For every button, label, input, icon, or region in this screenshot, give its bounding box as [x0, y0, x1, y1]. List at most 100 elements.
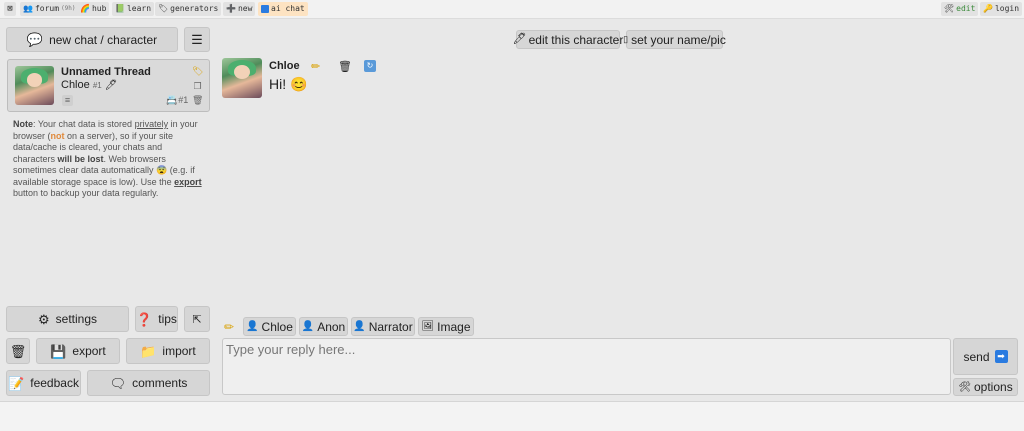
book-icon: 📗 [115, 4, 125, 13]
message-avatar [222, 58, 262, 98]
bottom-bar [0, 401, 1024, 431]
user-icon: 👤 [246, 321, 259, 332]
close-button[interactable]: ⊠ [4, 2, 16, 16]
plus-icon: ➕ [226, 4, 236, 13]
new-chat-label: new chat / character [49, 32, 158, 47]
nav-forum[interactable]: 👥 forum (9h) [20, 2, 79, 16]
speaker-anon-label: Anon [317, 319, 346, 334]
feedback-button[interactable]: 📝 feedback [6, 370, 81, 396]
nav-forum-badge: (9h) [61, 5, 76, 12]
comments-label: comments [132, 376, 188, 390]
nav-login[interactable]: 🔑 login [980, 2, 1023, 16]
tips-label: tips [158, 312, 177, 326]
nav-ai-chat-label: ai chat [271, 4, 305, 13]
user-icon: 👤 [353, 321, 366, 332]
key-icon: 🔑 [983, 4, 993, 13]
nav-new[interactable]: ➕ new [223, 2, 256, 16]
nav-login-label: login [994, 4, 1020, 13]
thread-count-value: #1 [178, 95, 189, 105]
settings-label: settings [55, 312, 97, 326]
arrow-right-icon: ➡ [994, 350, 1008, 363]
import-button[interactable]: 📁 import [126, 338, 210, 364]
export-button[interactable]: 💾 export [36, 338, 120, 364]
trash-icon[interactable]: 🗑 [192, 95, 203, 106]
chat-bubble-icon: 💬 [26, 32, 44, 47]
speaker-narrator-button[interactable]: 👤 Narrator [351, 317, 415, 336]
note-not: not [50, 130, 65, 141]
image-icon: 🖼 [421, 321, 435, 332]
collapse-sidebar-button[interactable]: ⇱ [184, 306, 210, 332]
nav-ai-chat[interactable]: ai chat [258, 2, 308, 16]
export-label: export [72, 344, 106, 358]
comments-button[interactable]: 🗨 comments [87, 370, 210, 396]
options-button[interactable]: 🛠 options [953, 378, 1018, 396]
reply-input[interactable] [222, 338, 951, 395]
tag-icon[interactable]: 🏷 [192, 66, 203, 77]
tag-icon: 🏷 [158, 4, 169, 13]
rainbow-icon: 🌈 [80, 4, 90, 13]
thread-count: 📇 #1 [166, 95, 188, 106]
edit-character-icon[interactable]: 🖊 [105, 80, 118, 91]
collapse-icon: ⇱ [192, 313, 202, 326]
user-icon: 👤 [301, 321, 315, 332]
floppy-icon: 💾 [50, 343, 67, 359]
nav-learn[interactable]: 📗 learn [112, 2, 155, 16]
folder-icon: 📁 [140, 343, 157, 359]
thread-character-num: #1 [92, 81, 102, 90]
chat-icon [261, 5, 269, 13]
send-button[interactable]: send ➡ [953, 338, 1018, 375]
note-prefix: Note [13, 119, 33, 129]
nav-hub[interactable]: 🌈 hub [77, 2, 110, 16]
note-export-link[interactable]: export [174, 177, 202, 187]
tools-icon: 🛠 [958, 381, 971, 393]
message-text: Hi! 😊 [269, 76, 308, 92]
thread-title: Unnamed Thread [61, 66, 151, 78]
menu-button[interactable]: ☰ [184, 27, 210, 52]
top-nav: ⊠ 👥 forum (9h) 🌈 hub 📗 learn 🏷 generator… [0, 0, 1024, 19]
delete-message-icon[interactable]: 🗑 [338, 60, 352, 73]
speaker-chloe-button[interactable]: 👤 Chloe [243, 317, 296, 336]
nav-generators[interactable]: 🏷 generators [155, 2, 222, 16]
doc-icon: 📇 [166, 95, 178, 105]
menu-icon: ☰ [191, 31, 203, 47]
note-privately: privately [134, 119, 169, 129]
copy-icon[interactable]: ❐ [192, 81, 203, 92]
question-icon: ❓ [136, 311, 153, 327]
thread-character-name: Chloe [61, 79, 90, 91]
users-icon: 👥 [23, 4, 33, 13]
gear-icon: ⚙ [37, 311, 50, 327]
edit-character-button[interactable]: 🖊 edit this character [512, 30, 623, 49]
regenerate-icon[interactable]: ↻ [364, 60, 376, 72]
sort-icon[interactable]: ≡ [62, 95, 73, 106]
set-name-label: set your name/pic [631, 32, 726, 47]
speaker-chloe-label: Chloe [261, 319, 293, 334]
settings-button[interactable]: ⚙ settings [6, 306, 129, 332]
nav-forum-label: forum [34, 4, 60, 13]
note-text-5: button to backup your data regularly. [13, 188, 159, 198]
tips-button[interactable]: ❓ tips [135, 306, 178, 332]
nav-edit-label: edit [956, 4, 976, 13]
set-name-button[interactable]: ▯ set your name/pic [623, 30, 726, 49]
speaker-anon-button[interactable]: 👤 Anon [299, 317, 348, 336]
pencil-icon: 🛠 [944, 4, 955, 13]
id-card-icon: ▯ [623, 34, 629, 44]
edit-message-icon[interactable]: ✏ [311, 60, 323, 73]
thread-avatar [15, 66, 54, 105]
note-text-1: : Your chat data is stored [33, 119, 135, 129]
nav-generators-label: generators [170, 4, 219, 13]
pencil-icon[interactable]: ✏ [224, 320, 234, 334]
thread-character: Chloe #1 🖊 [61, 79, 117, 91]
delete-all-button[interactable]: 🗑 [6, 338, 30, 364]
note-will-be-lost: will be lost [57, 153, 104, 164]
new-chat-button[interactable]: 💬 new chat / character [6, 27, 178, 52]
trash-icon: 🗑 [9, 343, 27, 359]
speaker-image-button[interactable]: 🖼 Image [418, 317, 474, 336]
nav-hub-label: hub [91, 4, 107, 13]
import-label: import [162, 344, 196, 358]
comments-icon: 🗨 [109, 375, 127, 391]
pencil-icon: 🖊 [512, 33, 527, 45]
thread-card[interactable]: Unnamed Thread Chloe #1 🖊 ≡ 🏷 ❐ 🗑 📇 #1 [7, 59, 210, 112]
message-author: Chloe [269, 60, 300, 72]
nav-edit[interactable]: 🛠 edit [941, 2, 979, 16]
speaker-narrator-label: Narrator [368, 319, 413, 334]
